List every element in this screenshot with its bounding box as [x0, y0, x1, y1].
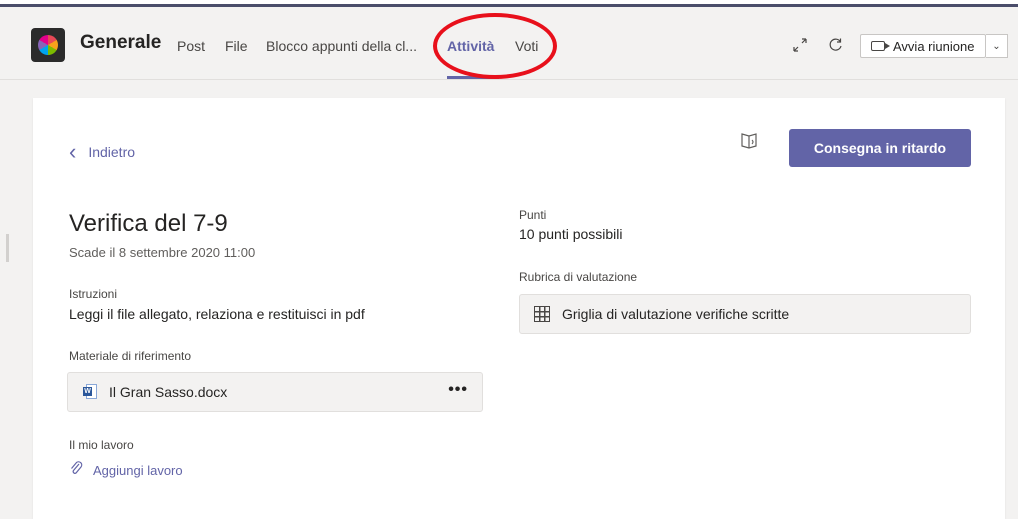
immersive-reader-icon[interactable] [739, 131, 759, 151]
tab-blocco-appunti[interactable]: Blocco appunti della cl... [266, 38, 417, 54]
reference-file[interactable]: W Il Gran Sasso.docx ••• [67, 372, 483, 412]
chevron-left-icon: ‹ [69, 139, 77, 164]
points-value: 10 punti possibili [519, 226, 623, 242]
reference-label: Materiale di riferimento [69, 349, 192, 363]
back-label: Indietro [88, 144, 136, 160]
grid-icon [534, 306, 550, 322]
submit-late-button[interactable]: Consegna in ritardo [789, 129, 971, 167]
channel-header: Generale Post File Blocco appunti della … [0, 10, 1018, 80]
tab-file[interactable]: File [225, 38, 248, 54]
rubric-label: Rubrica di valutazione [519, 270, 638, 284]
expand-icon[interactable] [792, 37, 808, 57]
camera-icon [871, 41, 890, 51]
side-indicator [6, 234, 9, 262]
my-work-label: Il mio lavoro [69, 438, 134, 452]
points-label: Punti [519, 208, 547, 222]
more-options-icon[interactable]: ••• [448, 381, 468, 399]
chevron-down-icon: ⌄ [992, 40, 1001, 52]
start-meeting-button[interactable]: Avvia riunione [860, 34, 986, 58]
team-logo-icon [38, 35, 58, 55]
due-date: Scade il 8 settembre 2020 11:00 [69, 245, 256, 260]
paperclip-icon [69, 460, 83, 481]
assignment-title: Verifica del 7-9 [69, 210, 228, 237]
instructions-label: Istruzioni [69, 287, 118, 301]
add-work-link[interactable]: Aggiungi lavoro [69, 460, 183, 481]
tab-post[interactable]: Post [177, 38, 205, 54]
instructions-text: Leggi il file allegato, relaziona e rest… [69, 306, 365, 322]
channel-name: Generale [80, 32, 162, 53]
add-work-label: Aggiungi lavoro [93, 463, 183, 478]
word-file-icon: W [83, 384, 97, 400]
start-meeting-label: Avvia riunione [893, 38, 975, 54]
back-link[interactable]: ‹ Indietro [69, 141, 135, 163]
rubric-item[interactable]: Griglia di valutazione verifiche scritte [519, 294, 971, 334]
rubric-name: Griglia di valutazione verifiche scritte [562, 306, 790, 322]
highlight-ellipse [433, 13, 557, 79]
team-logo[interactable] [31, 28, 65, 62]
top-stripe [0, 0, 1018, 7]
assignment-card: ‹ Indietro Consegna in ritardo Verifica … [33, 98, 1005, 519]
meeting-dropdown-button[interactable]: ⌄ [986, 34, 1008, 58]
refresh-icon[interactable] [828, 37, 844, 57]
reference-file-name: Il Gran Sasso.docx [109, 384, 228, 400]
